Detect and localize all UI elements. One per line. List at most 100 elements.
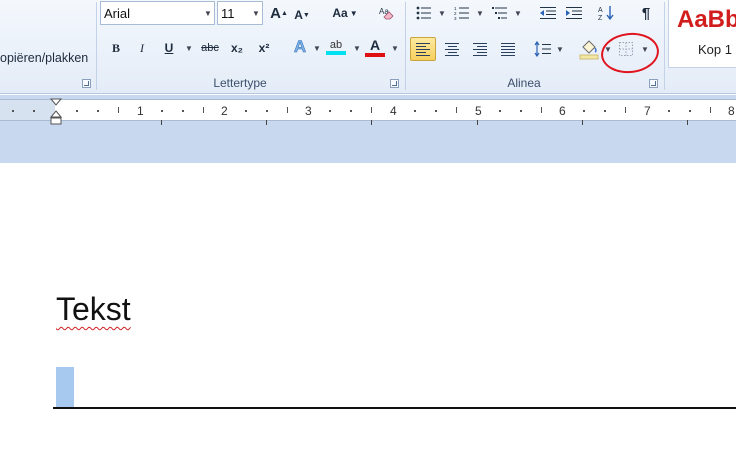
font-name-value: Arial (104, 5, 131, 21)
ruler-dot (161, 110, 163, 112)
ruler-dot (435, 110, 437, 112)
text-effects-button[interactable]: A (290, 36, 310, 58)
sort-icon: AZ (598, 6, 614, 21)
text-effects-dropdown-icon[interactable]: ▼ (313, 44, 321, 53)
highlight-color-bar (326, 51, 346, 55)
underline-dropdown-icon[interactable]: ▼ (185, 44, 193, 53)
multilevel-dropdown-icon[interactable]: ▼ (514, 9, 522, 18)
svg-text:Z: Z (598, 15, 603, 21)
ruler-tick (203, 107, 204, 113)
ruler-dot (12, 110, 14, 112)
ruler-dot (689, 110, 691, 112)
horizontal-border-line (53, 407, 736, 409)
superscript-button[interactable]: x² (254, 37, 274, 59)
bullets-button[interactable] (414, 2, 434, 24)
italic-button[interactable]: I (132, 37, 152, 59)
clear-formatting-button[interactable]: Aa (375, 2, 397, 24)
numbering-button[interactable]: 123 (452, 2, 472, 24)
ruler-tick (710, 107, 711, 113)
ruler-tick (371, 107, 372, 113)
align-right-button[interactable] (468, 38, 492, 60)
chevron-down-icon[interactable]: ▼ (202, 2, 214, 24)
indent-marker[interactable] (50, 98, 62, 126)
font-color-bar (365, 53, 385, 57)
change-case-button[interactable]: Aa ▼ (331, 2, 359, 24)
show-formatting-button[interactable]: ¶ (636, 2, 656, 24)
bold-icon: B (111, 40, 120, 55)
chevron-down-icon[interactable]: ▼ (250, 2, 262, 24)
shading-button[interactable] (578, 36, 600, 62)
bullets-dropdown-icon[interactable]: ▼ (438, 9, 446, 18)
numbering-dropdown-icon[interactable]: ▼ (476, 9, 484, 18)
line-spacing-dropdown-icon[interactable]: ▼ (556, 45, 564, 54)
bold-button[interactable]: B (106, 37, 126, 59)
ruler-dot (499, 110, 501, 112)
style-gallery-item-heading1[interactable]: AaBb Kop 1 (668, 0, 736, 68)
decrease-indent-icon (540, 7, 556, 19)
highlight-dropdown-icon[interactable]: ▼ (353, 44, 361, 53)
font-color-button[interactable]: A (364, 34, 386, 60)
ruler-number: 2 (221, 104, 228, 118)
font-color-dropdown-icon[interactable]: ▼ (391, 44, 399, 53)
ruler-dot (583, 110, 585, 112)
font-group-label: Lettertype (213, 76, 267, 90)
align-right-icon (473, 42, 487, 56)
ruler-tab-mark (687, 120, 688, 125)
line-spacing-button[interactable] (532, 38, 554, 60)
ruler-tick (541, 107, 542, 113)
decrease-indent-button[interactable] (538, 2, 558, 24)
strikethrough-icon: abc (201, 42, 219, 54)
underline-icon: U (164, 41, 174, 55)
bullets-icon (416, 6, 431, 20)
font-name-combo[interactable]: Arial ▼ (100, 1, 215, 25)
ruler-dot (520, 110, 522, 112)
ruler-dot (329, 110, 331, 112)
paint-bucket-icon (579, 40, 599, 60)
ruler-dot (97, 110, 99, 112)
font-size-combo[interactable]: 11 ▼ (217, 1, 263, 25)
line-spacing-icon (534, 41, 551, 57)
subscript-button[interactable]: x₂ (227, 37, 247, 59)
shrink-font-button[interactable]: A ▼ (293, 4, 311, 26)
align-left-button[interactable] (410, 37, 436, 61)
shrink-font-icon: A (294, 8, 303, 22)
ruler-number: 6 (559, 104, 566, 118)
font-group: Arial ▼ 11 ▼ A ▲ A ▼ Aa ▼ Aa B I U ▼ abc… (97, 0, 404, 93)
ruler-number: 4 (390, 104, 397, 118)
document-text[interactable]: Tekst (56, 291, 131, 328)
grow-font-button[interactable]: A ▲ (269, 2, 289, 24)
strikethrough-button[interactable]: abc (198, 37, 222, 59)
paste-special-button[interactable]: opiëren/plakken (0, 51, 88, 65)
ruler-tick (456, 107, 457, 113)
ruler-dot (350, 110, 352, 112)
ruler-tab-mark (371, 120, 372, 125)
align-left-icon (416, 42, 430, 56)
paragraph-dialog-launcher[interactable] (649, 79, 658, 88)
paragraph-group-label: Alinea (507, 76, 541, 90)
clipboard-dialog-launcher[interactable] (82, 79, 91, 88)
svg-text:3: 3 (454, 16, 457, 20)
ruler-tab-mark (161, 120, 162, 125)
ruler-number: 1 (137, 104, 144, 118)
italic-icon: I (140, 40, 144, 55)
highlight-button[interactable]: ab (325, 34, 347, 60)
ruler-number: 5 (475, 104, 482, 118)
ruler-tick (625, 107, 626, 113)
horizontal-ruler[interactable]: 1 2 3 4 5 6 7 8 (0, 99, 736, 121)
multilevel-list-button[interactable] (490, 2, 510, 24)
font-dialog-launcher[interactable] (390, 79, 399, 88)
document-page[interactable]: Tekst (0, 163, 736, 464)
increase-indent-icon (566, 7, 582, 19)
increase-indent-button[interactable] (564, 2, 584, 24)
text-effects-icon: A (293, 37, 307, 57)
ribbon: opiëren/plakken Arial ▼ 11 ▼ A ▲ A ▼ Aa ▼ A… (0, 0, 736, 94)
pilcrow-icon: ¶ (641, 4, 651, 22)
underline-button[interactable]: U (159, 37, 179, 59)
ruler-dot (76, 110, 78, 112)
sort-button[interactable]: AZ (596, 2, 616, 24)
clipboard-group: opiëren/plakken (0, 0, 96, 93)
svg-text:A: A (598, 7, 603, 14)
ruler-dot (414, 110, 416, 112)
align-center-button[interactable] (440, 38, 464, 60)
justify-button[interactable] (496, 38, 520, 60)
